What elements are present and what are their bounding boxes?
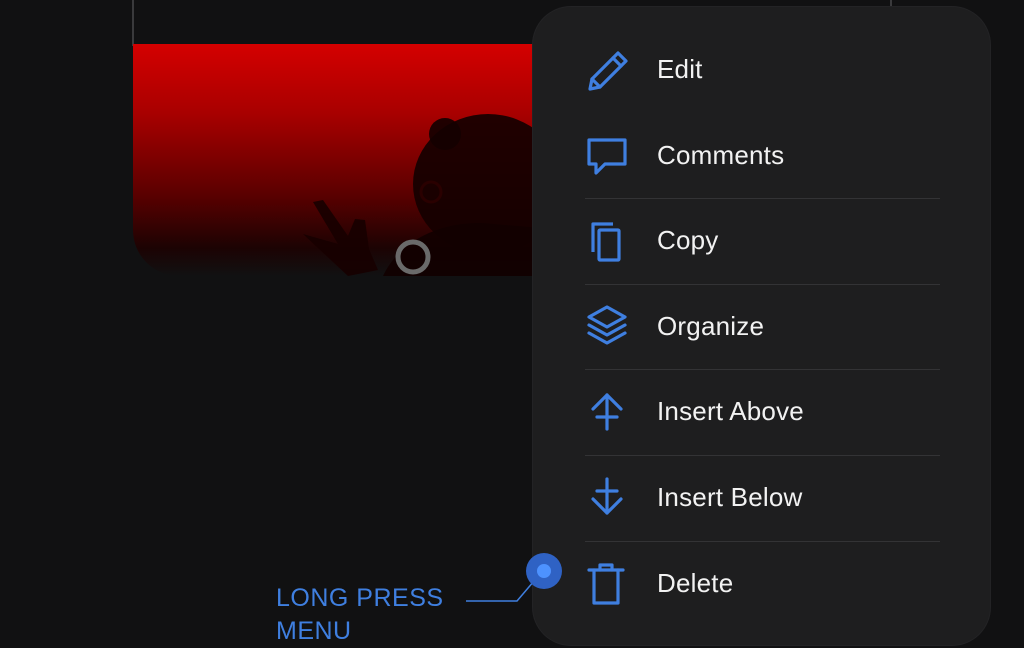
callout-label: LONG PRESS MENU — [276, 584, 444, 645]
callout-leader-line — [466, 573, 541, 602]
touch-point-indicator — [526, 553, 562, 589]
